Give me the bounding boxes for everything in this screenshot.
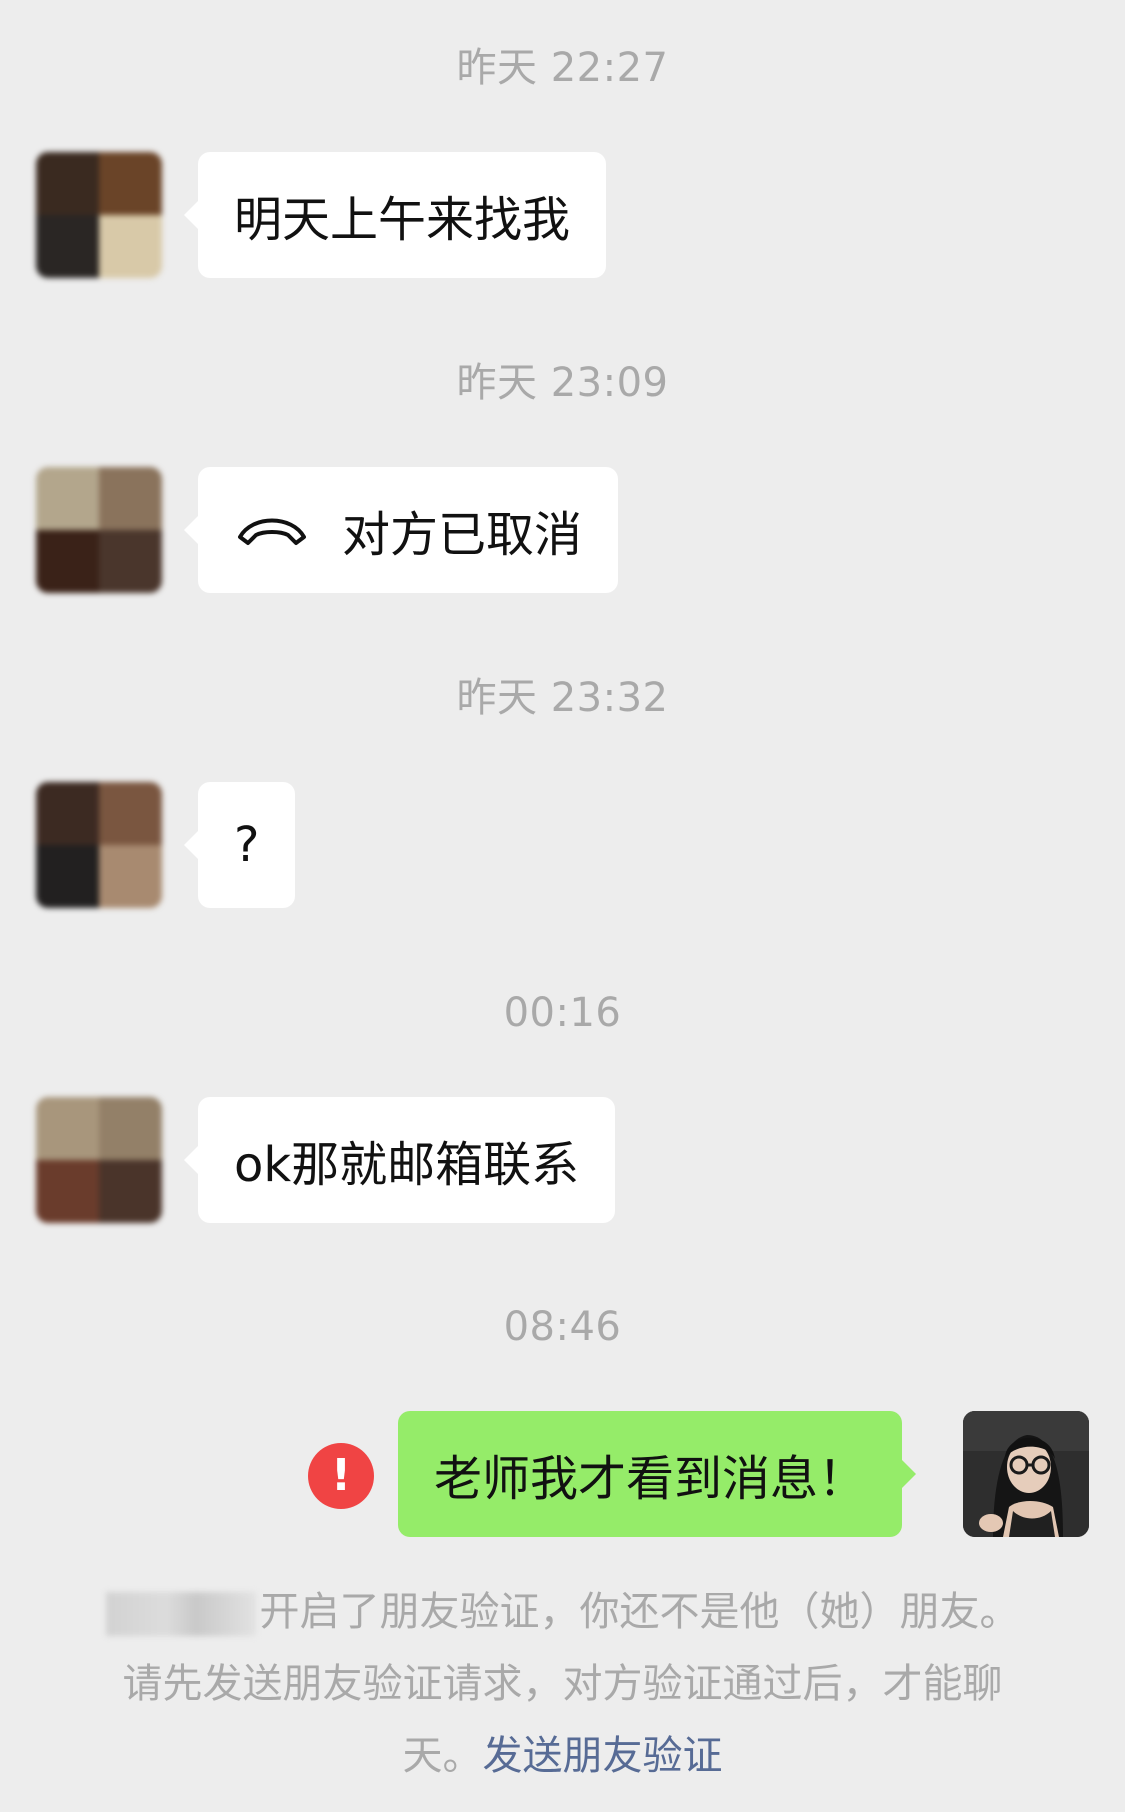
friend-verification-notice: 开启了朋友验证，你还不是他（她）朋友。请先发送朋友验证请求，对方验证通过后，才能… [95,1576,1030,1792]
message-timestamp: 00:16 [503,990,622,1036]
incoming-message-bubble[interactable]: 明天上午来找我 [183,152,607,278]
incoming-call-bubble[interactable]: 对方已取消 [183,467,619,593]
message-text: ? [234,817,260,873]
contact-avatar[interactable] [36,467,162,593]
contact-avatar[interactable] [36,152,162,278]
contact-avatar[interactable] [36,782,162,908]
hang-up-phone-icon [238,518,306,545]
message-text: ok那就邮箱联系 [234,1137,580,1193]
contact-avatar[interactable] [36,1097,162,1223]
self-avatar-portrait [963,1411,1089,1537]
message-text: 明天上午来找我 [234,192,571,248]
incoming-message-bubble[interactable]: ok那就邮箱联系 [183,1097,616,1223]
message-timestamp: 08:46 [503,1304,622,1350]
message-timestamp: 昨天 23:09 [456,360,669,406]
message-text: 老师我才看到消息！ [434,1451,867,1507]
outgoing-message-bubble[interactable]: 老师我才看到消息！ [398,1411,917,1537]
redacted-contact-name [105,1592,256,1636]
send-failed-icon[interactable]: ! [308,1443,374,1509]
send-friend-verification-link[interactable]: 发送朋友验证 [483,1733,723,1779]
chat-message-list[interactable]: 昨天 22:27 明天上午来找我 昨天 23:09 对方已取消 昨天 23:32… [0,0,1125,1812]
message-timestamp: 昨天 22:27 [456,45,669,91]
incoming-message-bubble[interactable]: ? [183,782,296,908]
message-timestamp: 昨天 23:32 [456,675,669,721]
self-avatar[interactable] [963,1411,1089,1537]
message-text: 对方已取消 [342,507,583,563]
